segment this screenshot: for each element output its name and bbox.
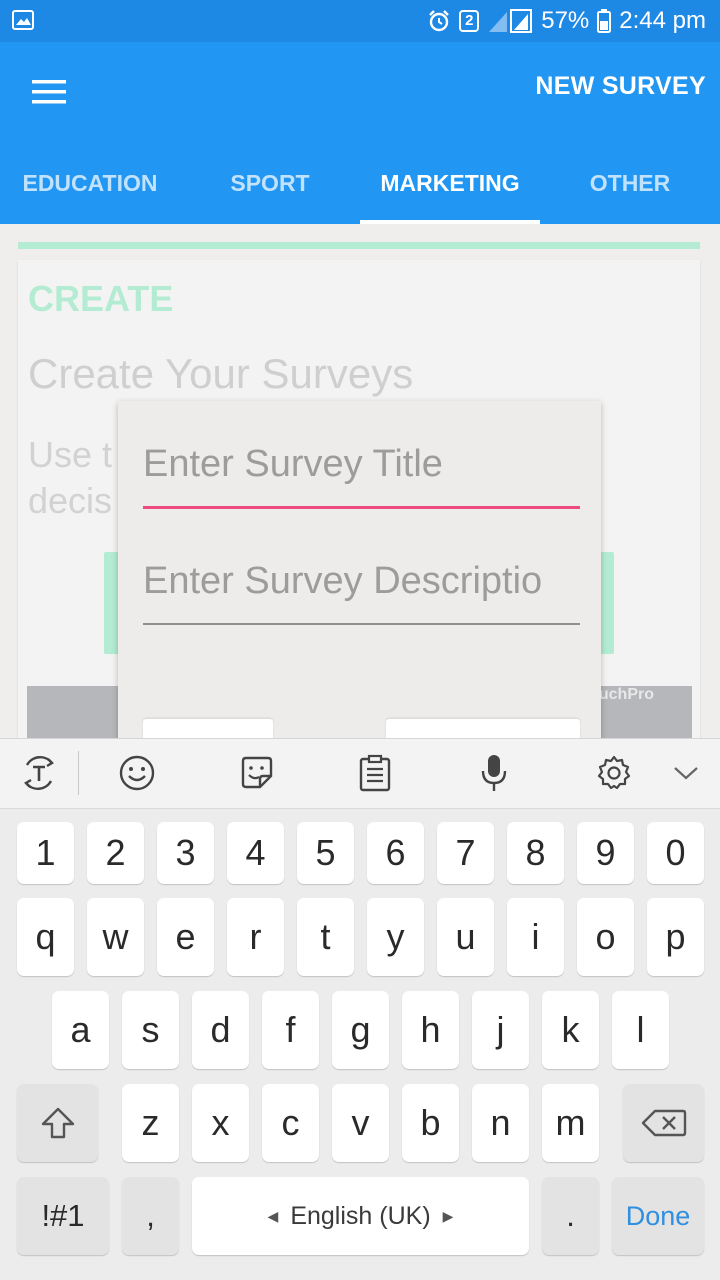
key-f[interactable]: f [262,991,319,1069]
done-key[interactable]: Done [612,1177,704,1255]
tab-education[interactable]: EDUCATION [0,142,180,224]
keyboard-toolbar [0,739,720,809]
alarm-icon [429,10,450,32]
clock: 2:44 pm [619,7,706,34]
key-1[interactable]: 1 [17,822,74,884]
image-watermark: uchPro [598,686,654,703]
chevron-down-icon [674,767,698,780]
emoji-button[interactable] [115,751,159,795]
key-e[interactable]: e [157,898,214,976]
sticker-icon [241,756,273,789]
survey-title-input[interactable] [143,423,580,509]
keyboard-settings-button[interactable] [592,751,636,795]
card-heading: Create Your Surveys [28,350,414,397]
backspace-icon [641,1109,686,1137]
key-o[interactable]: o [577,898,634,976]
key-y[interactable]: y [367,898,424,976]
status-indicators: 2 57% 2:44 pm [427,0,706,42]
key-g[interactable]: g [332,991,389,1069]
voice-input-button[interactable] [472,751,516,795]
period-key[interactable]: . [542,1177,599,1255]
survey-description-input[interactable] [143,539,580,625]
accent-divider [18,242,700,249]
key-p[interactable]: p [647,898,704,976]
shift-icon [41,1107,74,1139]
battery-percent: 57% [541,7,590,34]
key-k[interactable]: k [542,991,599,1069]
key-i[interactable]: i [507,898,564,976]
key-3[interactable]: 3 [157,822,214,884]
key-d[interactable]: d [192,991,249,1069]
key-9[interactable]: 9 [577,822,634,884]
key-z[interactable]: z [122,1084,179,1162]
comma-key[interactable]: , [122,1177,179,1255]
microphone-icon [481,755,507,791]
status-bar: 2 57% 2:44 pm [0,0,720,42]
key-7[interactable]: 7 [437,822,494,884]
toolbar-separator [78,751,79,795]
key-t[interactable]: t [297,898,354,976]
text-mode-icon [24,756,54,790]
key-l[interactable]: l [612,991,669,1069]
key-u[interactable]: u [437,898,494,976]
key-c[interactable]: c [262,1084,319,1162]
key-w[interactable]: w [87,898,144,976]
key-v[interactable]: v [332,1084,389,1162]
key-q[interactable]: q [17,898,74,976]
tab-other[interactable]: OTHER [540,142,720,224]
language-next-icon: ▶ [442,1207,454,1224]
tab-marketing[interactable]: MARKETING [360,142,540,224]
key-m[interactable]: m [542,1084,599,1162]
hamburger-menu-icon [32,80,66,104]
tab-sport[interactable]: SPORT [180,142,360,224]
key-x[interactable]: x [192,1084,249,1162]
new-survey-button[interactable]: NEW SURVEY [535,72,706,101]
key-a[interactable]: a [52,991,109,1069]
app-bar: NEW SURVEY EDUCATION SPORT MARKETING OTH… [0,42,720,224]
key-5[interactable]: 5 [297,822,354,884]
key-4[interactable]: 4 [227,822,284,884]
notification-count-badge: 2 [459,10,480,32]
key-6[interactable]: 6 [367,822,424,884]
key-h[interactable]: h [402,991,459,1069]
key-n[interactable]: n [472,1084,529,1162]
battery-icon [597,9,612,33]
menu-button[interactable] [22,70,76,114]
language-prev-icon: ◀ [267,1207,279,1224]
shift-key[interactable] [17,1084,98,1162]
signal-icon [489,9,533,33]
settings-icon [597,755,631,790]
symbols-key[interactable]: !#1 [17,1177,109,1255]
key-j[interactable]: j [472,991,529,1069]
category-tabs: EDUCATION SPORT MARKETING OTHER [0,142,720,224]
backspace-key[interactable] [623,1084,704,1162]
emoji-icon [119,755,155,791]
key-b[interactable]: b [402,1084,459,1162]
card-label: CREATE [28,278,174,319]
key-8[interactable]: 8 [507,822,564,884]
gallery-notification-icon [12,10,34,30]
space-language-label: English (UK) [290,1201,431,1230]
soft-keyboard: 1 2 3 4 5 6 7 8 9 0 q w e r t y u i o p … [0,738,720,1280]
text-mode-button[interactable] [17,751,61,795]
new-survey-dialog [118,401,601,749]
clipboard-icon [359,754,391,792]
key-0[interactable]: 0 [647,822,704,884]
key-r[interactable]: r [227,898,284,976]
key-s[interactable]: s [122,991,179,1069]
key-2[interactable]: 2 [87,822,144,884]
space-key[interactable]: ◀ English (UK) ▶ [192,1177,529,1255]
sticker-button[interactable] [235,751,279,795]
clipboard-button[interactable] [353,751,397,795]
hide-keyboard-button[interactable] [664,751,708,795]
